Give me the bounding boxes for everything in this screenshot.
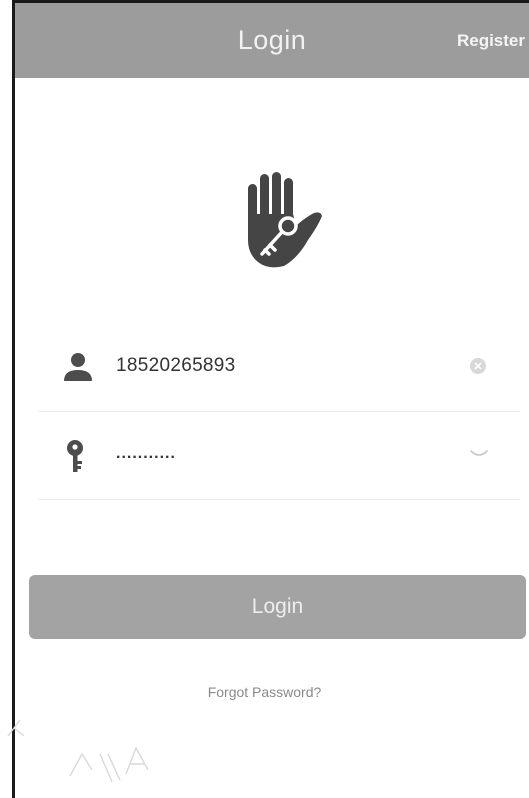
register-button[interactable]: Register	[457, 31, 525, 51]
password-field[interactable]: ...........	[38, 413, 520, 500]
clear-icon[interactable]	[470, 358, 486, 374]
eye-closed-icon[interactable]	[470, 447, 488, 459]
frame-border-left	[12, 0, 15, 798]
user-icon	[63, 351, 93, 383]
password-input[interactable]: ...........	[116, 445, 176, 463]
watermark-graphic	[0, 690, 200, 798]
page-title: Login	[237, 25, 307, 55]
login-button[interactable]: Login	[29, 575, 526, 639]
username-field[interactable]: 18520265893	[38, 325, 520, 412]
hand-key-icon	[240, 170, 324, 270]
title-bar: Login Register	[15, 3, 529, 78]
key-icon	[63, 439, 93, 472]
app-screen: Login Register 18520265893 ........... L…	[0, 0, 529, 798]
username-input[interactable]: 18520265893	[116, 355, 236, 377]
